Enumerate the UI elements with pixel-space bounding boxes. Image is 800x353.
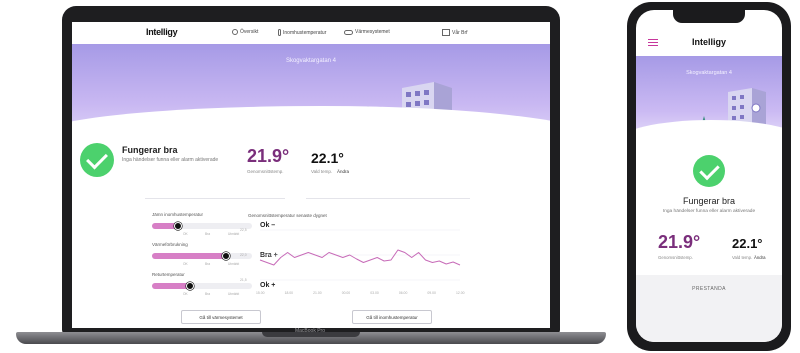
average-temperature: 21.9° [658,232,701,252]
performance-tab[interactable]: PRESTANDA [636,286,782,292]
top-nav: Intelligy Översikt Inomhustemperatur Vär… [72,22,550,44]
scale-label: Bra [205,292,210,296]
phone-hero-banner: Skogvaktargatan 4 [636,56,782,148]
status-description: Inga händelser funna eller alarm aktiver… [122,157,219,163]
metric-knob [222,252,230,260]
metric-knob [174,222,182,230]
scale-label: Bra [205,232,210,236]
nav-item-varmesystemet[interactable]: Värmesystemet [344,29,390,35]
nav-item-var-brf[interactable]: Vår Brf [442,29,468,36]
chart-x-tick: 21.00 [313,291,322,295]
building-icon [442,29,450,36]
chart-series-line [259,249,461,266]
scale-label: OK [183,232,188,236]
snow-hill [636,120,782,148]
nav-label: Värmesystemet [355,29,390,35]
metric-knob [186,282,194,290]
device-mockup: MacBook Pro Intelligy Översikt Inomhuste… [0,0,800,353]
hero-banner: Skogvaktargatan 4 [72,44,550,154]
chart-x-tick: 03.00 [370,291,379,295]
change-temperature-link[interactable]: Ändra [754,255,765,260]
metric-track [152,252,252,260]
selected-temperature: 22.1° [311,150,344,166]
divider [145,198,285,199]
go-to-heating-button[interactable]: Gå till värmesystemet [181,310,261,324]
checkmark-icon [693,155,725,187]
metric-fill [152,253,226,259]
selected-temperature-label: Vald temp. [311,169,333,174]
thermometer-icon [278,29,281,36]
selected-temperature-label: Vald temp. [732,255,753,260]
nav-label: Översikt [240,29,259,35]
phone-screen: Intelligy Skogvaktargatan 4 Fungerar bra… [636,10,782,342]
metric-track [152,222,252,230]
selected-temperature: 22.1° [732,236,763,251]
intelligy-logo[interactable]: Intelligy [146,27,178,37]
status-title: Fungerar bra [682,196,736,206]
chart-x-tick: 18.00 [285,291,294,295]
chart-x-tick: 00.00 [342,291,351,295]
scale-label: OK [183,262,188,266]
laptop-brand-label: MacBook Pro [294,328,325,334]
chart-x-tick: 09.00 [427,291,436,295]
change-temperature-link[interactable]: Ändra [337,169,349,174]
divider [306,198,470,199]
metric-title: Värmeförbrukning [152,242,188,247]
metric-title: Returtemperatur [152,272,185,277]
scale-label: OK [183,292,188,296]
intelligy-logo[interactable]: Intelligy [636,37,782,47]
chart-x-tick: 15.00 [256,291,265,295]
chart-x-tick: 06.00 [399,291,408,295]
metric-track [152,282,252,290]
phone-notch [673,10,745,23]
dashboard-icon [232,29,238,35]
chart-x-tick: 12.00 [456,291,465,295]
metric-title: Jämn inomhustemperatur [152,212,204,217]
nav-label: Vår Brf [452,29,468,36]
heating-pipe-icon [344,29,353,35]
chart-y-tick: 22,5 [240,228,247,232]
metric-fill [152,283,190,289]
go-to-indoor-temperature-button[interactable]: Gå till inomhustemperatur [352,310,432,324]
checkmark-icon [80,143,114,177]
temperature-chart: 22,5 22,0 21,5 15.00 18.00 21.00 00.00 03.00 06.… [240,228,465,295]
nav-item-inomhustemperatur[interactable]: Inomhustemperatur [278,29,326,36]
status-description: Inga händelser funna eller alarm aktiver… [662,209,756,214]
nav-item-oversikt[interactable]: Översikt [232,29,258,35]
average-temperature-label: Genomsnittstemp. [247,169,284,174]
nav-label: Inomhustemperatur [283,29,327,36]
average-temperature-label: Genomsnittstemp. [658,255,693,260]
average-temperature: 21.9° [247,146,290,166]
chart-y-tick: 21,5 [240,278,247,282]
scale-label: Bra [205,262,210,266]
chart-y-tick: 22,0 [240,253,247,257]
status-title: Fungerar bra [122,145,178,155]
